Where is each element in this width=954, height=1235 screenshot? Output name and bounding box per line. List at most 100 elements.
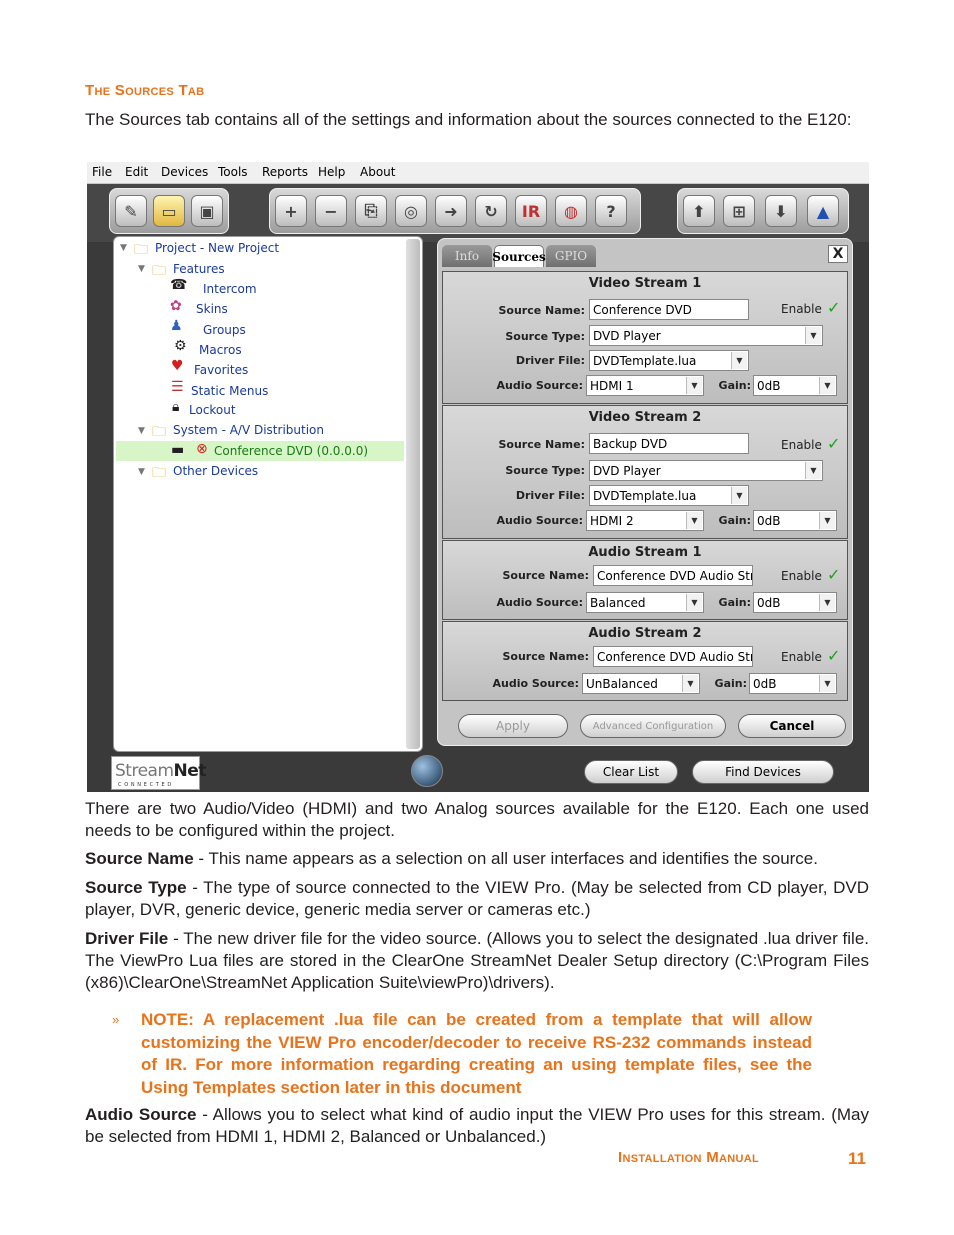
- enable-checkbox-icon[interactable]: ✓: [827, 565, 840, 584]
- folder-icon: 🗀: [152, 465, 166, 481]
- advanced-configuration-button[interactable]: Advanced Configuration: [580, 714, 726, 738]
- menu-tools[interactable]: Tools: [218, 165, 248, 179]
- source-type-select[interactable]: DVD Player ▼: [589, 325, 823, 346]
- copy-device-icon[interactable]: ⎘: [355, 195, 387, 227]
- cancel-button[interactable]: Cancel: [738, 714, 846, 738]
- menu-help[interactable]: Help: [318, 165, 345, 179]
- tree-item-skins[interactable]: Skins: [196, 302, 228, 316]
- audio-source-select[interactable]: HDMI 1 ▼: [586, 375, 704, 396]
- forward-icon[interactable]: ➜: [435, 195, 467, 227]
- tree-item-conference-dvd[interactable]: Conference DVD (0.0.0.0): [214, 444, 368, 458]
- driver-file-value: DVDTemplate.lua: [593, 489, 697, 503]
- tree-item-intercom[interactable]: Intercom: [203, 282, 257, 296]
- source-name-field[interactable]: Conference DVD: [589, 299, 749, 320]
- wizard-icon[interactable]: ▲: [807, 195, 839, 227]
- audio-source-select[interactable]: UnBalanced ▼: [582, 673, 700, 694]
- menu-about[interactable]: About: [360, 165, 395, 179]
- open-folder-icon[interactable]: ▭: [153, 195, 185, 227]
- source-name-term: Source Name: [85, 849, 194, 868]
- intro-paragraph: The Sources tab contains all of the sett…: [85, 110, 852, 129]
- fingerprint-icon[interactable]: ◎: [395, 195, 427, 227]
- gain-select[interactable]: 0dB ▼: [753, 375, 837, 396]
- close-button[interactable]: X: [828, 245, 848, 263]
- tree-item-lockout[interactable]: Lockout: [189, 403, 236, 417]
- audio-source-select[interactable]: Balanced ▼: [586, 592, 704, 613]
- add-device-icon[interactable]: +: [275, 195, 307, 227]
- audio-source-label: Audio Source:: [492, 677, 580, 690]
- audio-source-label: Audio Source:: [496, 514, 584, 527]
- ir-icon[interactable]: IR: [515, 195, 547, 227]
- enable-checkbox-icon[interactable]: ✓: [827, 298, 840, 317]
- help-ring-icon[interactable]: ◍: [555, 195, 587, 227]
- clear-list-button[interactable]: Clear List: [584, 760, 678, 784]
- dropdown-arrow-icon[interactable]: ▼: [686, 512, 702, 529]
- intercom-icon: ☎: [170, 277, 188, 293]
- macros-icon: ⚙: [174, 338, 187, 354]
- help-icon[interactable]: ?: [595, 195, 627, 227]
- source-name-field[interactable]: Conference DVD Audio Stre: [593, 565, 753, 586]
- tab-sources[interactable]: Sources: [492, 245, 546, 267]
- dropdown-arrow-icon[interactable]: ▼: [686, 594, 702, 611]
- expand-arrow-icon[interactable]: ▼: [120, 243, 127, 253]
- page-number: 11: [848, 1149, 866, 1168]
- source-type-value: DVD Player: [593, 329, 661, 343]
- new-project-icon[interactable]: ✎: [115, 195, 147, 227]
- logo-subtext: CONNECTED: [118, 782, 174, 788]
- menu-devices[interactable]: Devices: [161, 165, 208, 179]
- gain-select[interactable]: 0dB ▼: [749, 673, 837, 694]
- remove-device-icon[interactable]: −: [315, 195, 347, 227]
- source-name-field[interactable]: Conference DVD Audio Stre: [593, 646, 753, 667]
- menu-edit[interactable]: Edit: [125, 165, 148, 179]
- source-name-field[interactable]: Backup DVD: [589, 433, 749, 454]
- download-icon[interactable]: ⬇: [765, 195, 797, 227]
- source-type-select[interactable]: DVD Player ▼: [589, 460, 823, 481]
- tree-item-macros[interactable]: Macros: [199, 343, 242, 357]
- find-devices-button[interactable]: Find Devices: [692, 760, 834, 784]
- upload-icon[interactable]: ⬆: [683, 195, 715, 227]
- dropdown-arrow-icon[interactable]: ▼: [682, 675, 698, 692]
- tab-gpio[interactable]: GPIO: [546, 245, 596, 267]
- gain-select[interactable]: 0dB ▼: [753, 510, 837, 531]
- dropdown-arrow-icon[interactable]: ▼: [805, 327, 821, 344]
- menu-reports[interactable]: Reports: [262, 165, 308, 179]
- tab-info[interactable]: Info: [442, 245, 492, 267]
- folder-icon: 🗀: [152, 263, 166, 279]
- audio-source-definition: Audio Source - Allows you to select what…: [85, 1104, 869, 1148]
- expand-arrow-icon[interactable]: ▼: [138, 467, 145, 477]
- refresh-icon[interactable]: ↻: [475, 195, 507, 227]
- enable-checkbox-icon[interactable]: ✓: [827, 434, 840, 453]
- enable-checkbox-icon[interactable]: ✓: [827, 646, 840, 665]
- apply-button[interactable]: Apply: [458, 714, 568, 738]
- driver-file-definition: Driver File - The new driver file for th…: [85, 928, 869, 994]
- network-icon[interactable]: ⊞: [723, 195, 755, 227]
- dropdown-arrow-icon[interactable]: ▼: [686, 377, 702, 394]
- tree-item-favorites[interactable]: Favorites: [194, 363, 248, 377]
- dropdown-arrow-icon[interactable]: ▼: [819, 594, 835, 611]
- tree-item-system[interactable]: System - A/V Distribution: [173, 423, 324, 437]
- expand-arrow-icon[interactable]: ▼: [138, 264, 145, 274]
- driver-file-select[interactable]: DVDTemplate.lua ▼: [589, 350, 749, 371]
- dropdown-arrow-icon[interactable]: ▼: [731, 352, 747, 369]
- audio-source-select[interactable]: HDMI 2 ▼: [586, 510, 704, 531]
- driver-file-select[interactable]: DVDTemplate.lua ▼: [589, 485, 749, 506]
- gain-label: Gain:: [718, 596, 751, 609]
- menu-file[interactable]: File: [92, 165, 112, 179]
- gain-select[interactable]: 0dB ▼: [753, 592, 837, 613]
- dropdown-arrow-icon[interactable]: ▼: [819, 512, 835, 529]
- dropdown-arrow-icon[interactable]: ▼: [819, 377, 835, 394]
- tree-item-groups[interactable]: Groups: [203, 323, 246, 337]
- tree-item-other-devices[interactable]: Other Devices: [173, 464, 258, 478]
- globe-icon[interactable]: [411, 755, 443, 787]
- dropdown-arrow-icon[interactable]: ▼: [731, 487, 747, 504]
- driver-file-description: - The new driver file for the video sour…: [85, 929, 870, 992]
- audio-source-description: - Allows you to select what kind of audi…: [85, 1105, 869, 1146]
- dropdown-arrow-icon[interactable]: ▼: [819, 675, 835, 692]
- dropdown-arrow-icon[interactable]: ▼: [805, 462, 821, 479]
- save-icon[interactable]: ▣: [191, 195, 223, 227]
- tree-scrollbar[interactable]: [406, 239, 420, 749]
- expand-arrow-icon[interactable]: ▼: [138, 426, 145, 436]
- tree-item-static-menus[interactable]: Static Menus: [191, 384, 268, 398]
- enable-label: Enable: [781, 302, 822, 316]
- tree-item-features[interactable]: Features: [173, 262, 225, 276]
- tree-item-project[interactable]: Project - New Project: [155, 241, 279, 255]
